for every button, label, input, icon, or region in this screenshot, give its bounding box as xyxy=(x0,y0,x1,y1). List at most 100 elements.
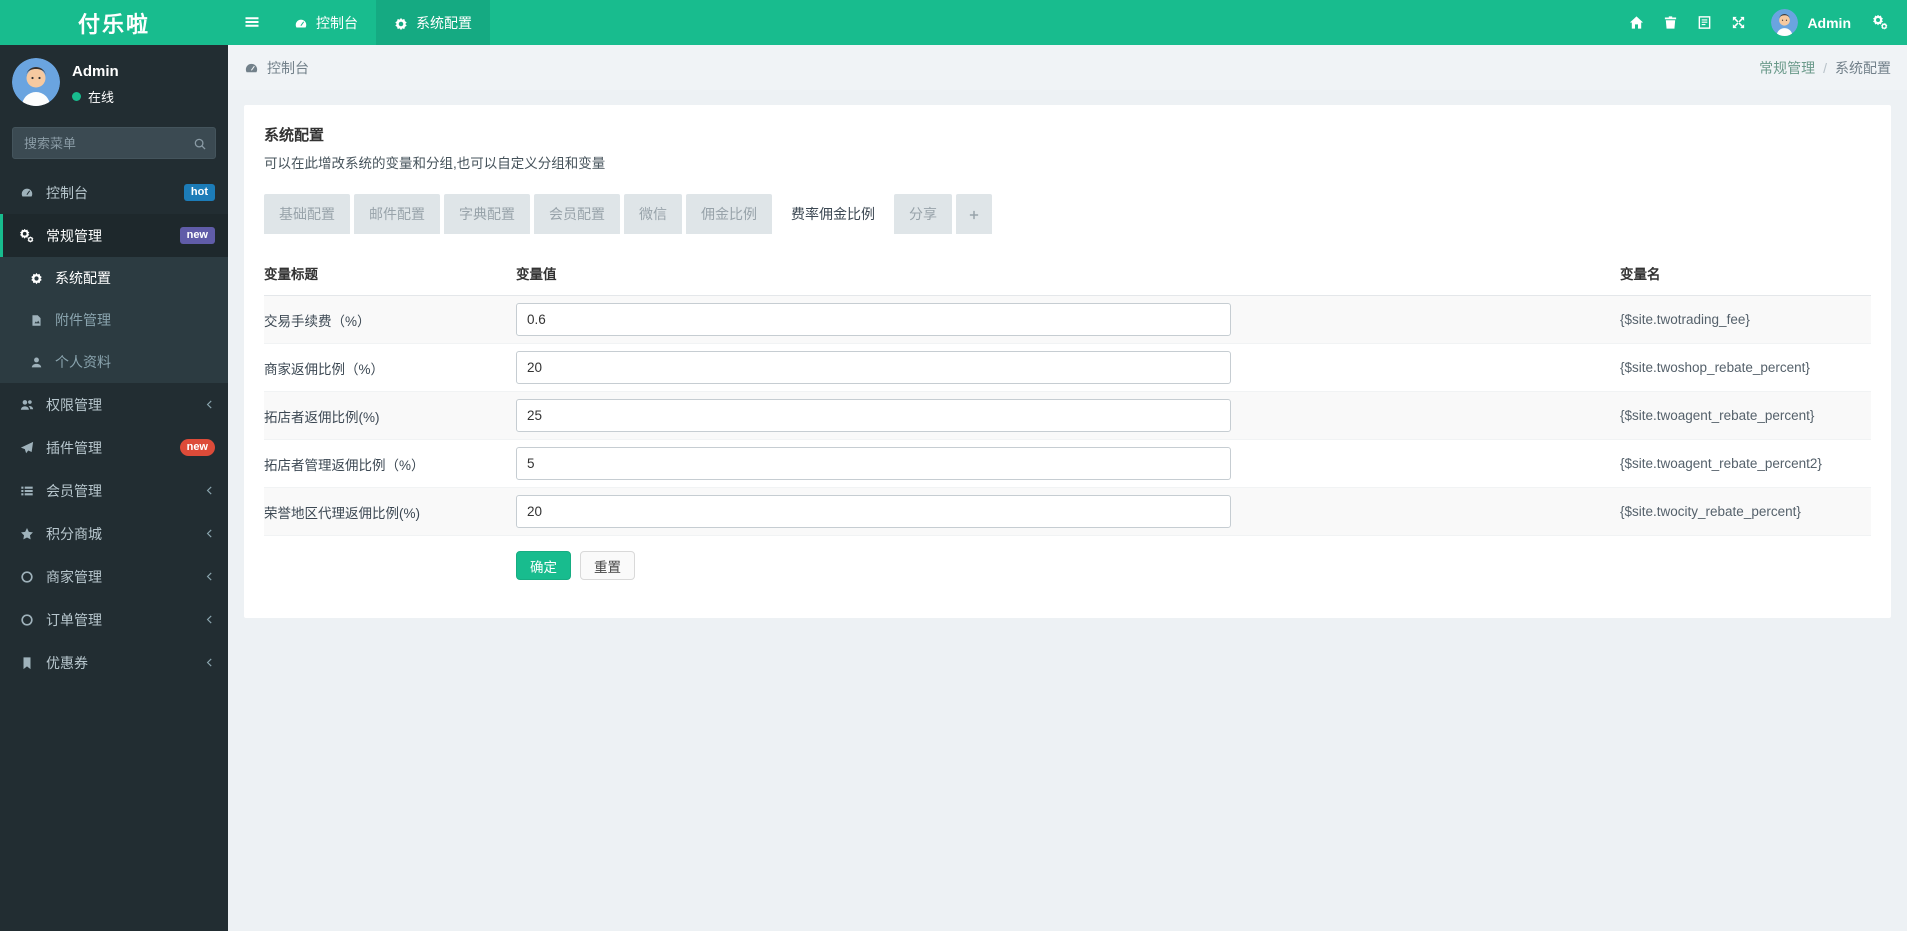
sidebar-item-8[interactable]: 优惠券 xyxy=(0,641,228,684)
badge: new xyxy=(179,226,215,245)
var-value-input[interactable] xyxy=(516,351,1231,384)
app-logo: 付乐啦 xyxy=(77,11,150,37)
tab-3[interactable]: 会员配置 xyxy=(534,194,620,234)
chevron-left-icon xyxy=(204,614,215,625)
breadcrumb-separator: / xyxy=(1823,59,1827,76)
tab-4[interactable]: 微信 xyxy=(624,194,682,234)
table-row: 荣誉地区代理返佣比例(%) {$site.twocity_rebate_perce… xyxy=(264,487,1871,536)
page-subtitle: 可以在此增改系统的变量和分组,也可以自定义分组和变量 xyxy=(264,156,606,171)
column-header-var-name: 变量名 xyxy=(1620,251,1871,296)
breadcrumb[interactable]: 控制台 xyxy=(244,58,309,78)
cogs-icon[interactable] xyxy=(1863,0,1897,45)
var-value-input[interactable] xyxy=(516,447,1231,480)
dashboard-icon xyxy=(244,59,259,76)
home-icon[interactable] xyxy=(1619,0,1653,45)
user-menu[interactable]: Admin xyxy=(1755,9,1863,36)
sidebar-item-0[interactable]: 控制台 hot xyxy=(0,171,228,214)
file-icon xyxy=(27,314,45,327)
reset-button[interactable]: 重置 xyxy=(580,551,635,580)
var-title: 拓店者管理返佣比例（%） xyxy=(264,439,516,488)
tab-6[interactable]: 费率佣金比例 xyxy=(776,194,890,234)
var-name: {$site.twocity_rebate_percent} xyxy=(1620,487,1871,536)
var-title: 拓店者返佣比例(%) xyxy=(264,391,516,440)
sidebar-user-panel: Admin 在线 xyxy=(0,45,228,118)
sidebar-item-3[interactable]: 插件管理 new xyxy=(0,426,228,469)
tab-1[interactable]: 邮件配置 xyxy=(354,194,440,234)
sidebar-search xyxy=(12,127,216,159)
circle-icon xyxy=(18,613,36,627)
form-actions: 确定 重置 xyxy=(264,551,1871,580)
sidebar-toggle-button[interactable] xyxy=(228,0,276,45)
table-row: 拓店者管理返佣比例（%） {$site.twoagent_rebate_perce… xyxy=(264,439,1871,488)
column-header-var-title: 变量标题 xyxy=(264,251,516,296)
sidebar-user-name: Admin xyxy=(72,63,119,80)
manual-icon[interactable] xyxy=(1687,0,1721,45)
search-input[interactable] xyxy=(12,127,216,159)
sidebar: Admin 在线 控制台hot常规管理new系统配置附件管理个人资料权限管理插件… xyxy=(0,45,228,931)
user-name: Admin xyxy=(1807,14,1851,31)
sidebar-user-status: 在线 xyxy=(72,87,119,106)
sidebar-item-1[interactable]: 常规管理 new xyxy=(0,214,228,257)
circle-icon xyxy=(18,570,36,584)
user-icon xyxy=(27,356,45,369)
breadcrumb-bar: 控制台 常规管理 / 系统配置 xyxy=(228,45,1907,90)
top-navbar: 付乐啦 控制台 系统配置 Admin xyxy=(0,0,1907,45)
page-title: 系统配置 xyxy=(264,127,325,144)
sidebar-item-7[interactable]: 订单管理 xyxy=(0,598,228,641)
var-value-input[interactable] xyxy=(516,303,1231,336)
main-content: 控制台 常规管理 / 系统配置 系统配置 可以在此增改系统的变量和分组,也可以自… xyxy=(228,0,1907,618)
submenu-item-2[interactable]: 个人资料 xyxy=(0,341,228,383)
list-icon xyxy=(18,484,36,498)
bookmark-icon xyxy=(18,656,36,670)
breadcrumb-trail: 常规管理 / 系统配置 xyxy=(1759,58,1891,78)
topnav-menu: 控制台 系统配置 xyxy=(276,0,490,45)
avatar xyxy=(1771,9,1799,36)
sidebar-menu: 控制台 hot 常规管理 new 系统配置 附件管理 个人资料 权限管理 插件管理 new 会员管理… xyxy=(0,171,228,684)
fullscreen-icon[interactable] xyxy=(1721,0,1755,45)
badge: hot xyxy=(183,183,215,202)
cogs-icon xyxy=(18,228,36,243)
tab-5[interactable]: 佣金比例 xyxy=(686,194,772,234)
config-tabs: 基础配置 邮件配置 字典配置 会员配置 微信 佣金比例 费率佣金比例 分享 xyxy=(264,194,1871,234)
add-tab-button[interactable] xyxy=(956,194,992,234)
users-icon xyxy=(18,398,36,412)
submit-button[interactable]: 确定 xyxy=(516,551,571,580)
tab-2[interactable]: 字典配置 xyxy=(444,194,530,234)
tachometer-icon xyxy=(294,14,308,30)
star-icon xyxy=(18,527,36,541)
gear-icon xyxy=(394,14,408,30)
submenu-item-0[interactable]: 系统配置 xyxy=(0,257,228,299)
sidebar-item-5[interactable]: 积分商城 xyxy=(0,512,228,555)
topnav-action-icons xyxy=(1619,0,1755,45)
online-status-icon xyxy=(72,92,81,101)
submenu-item-1[interactable]: 附件管理 xyxy=(0,299,228,341)
breadcrumb-section-link[interactable]: 常规管理 xyxy=(1759,58,1815,78)
tachometer-icon xyxy=(18,186,36,200)
sidebar-item-2[interactable]: 权限管理 xyxy=(0,383,228,426)
avatar xyxy=(12,58,60,106)
topnav-item-0[interactable]: 控制台 xyxy=(276,0,376,45)
config-panel: 系统配置 可以在此增改系统的变量和分组,也可以自定义分组和变量 基础配置 邮件配置… xyxy=(244,105,1891,618)
gear-icon xyxy=(27,272,45,285)
plane-icon xyxy=(18,441,36,455)
topnav-item-1[interactable]: 系统配置 xyxy=(376,0,490,45)
sidebar-item-4[interactable]: 会员管理 xyxy=(0,469,228,512)
table-header-row: 变量标题 变量值 变量名 xyxy=(264,251,1871,296)
column-header-var-value: 变量值 xyxy=(516,251,1620,296)
search-icon[interactable] xyxy=(193,135,207,153)
var-name: {$site.twoagent_rebate_percent} xyxy=(1620,391,1871,440)
plus-icon xyxy=(968,206,980,222)
chevron-left-icon xyxy=(204,571,215,582)
chevron-left-icon xyxy=(204,528,215,539)
tab-7[interactable]: 分享 xyxy=(894,194,952,234)
sidebar-item-6[interactable]: 商家管理 xyxy=(0,555,228,598)
tab-0[interactable]: 基础配置 xyxy=(264,194,350,234)
var-value-input[interactable] xyxy=(516,495,1231,528)
trash-icon[interactable] xyxy=(1653,0,1687,45)
table-row: 拓店者返佣比例(%) {$site.twoagent_rebate_percent… xyxy=(264,391,1871,440)
variables-table: 变量标题 变量值 变量名 交易手续费（%） {$site.twotrading_f… xyxy=(264,251,1871,536)
var-value-input[interactable] xyxy=(516,399,1231,432)
var-name: {$site.twoshop_rebate_percent} xyxy=(1620,343,1871,392)
table-row: 交易手续费（%） {$site.twotrading_fee} xyxy=(264,295,1871,344)
var-name: {$site.twotrading_fee} xyxy=(1620,295,1871,344)
